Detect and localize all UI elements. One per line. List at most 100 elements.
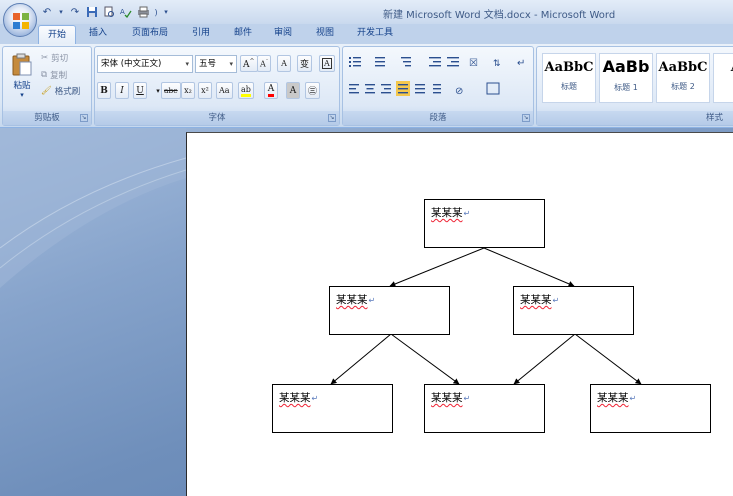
node-left-text: 某某某 — [336, 294, 368, 306]
diagram-node-left-left[interactable]: 某某某↵ — [272, 384, 393, 433]
customize-qat-icon[interactable]: ▾ — [162, 5, 170, 19]
paste-label: 粘贴 — [13, 81, 31, 91]
font-name-dropdown-icon[interactable]: ▾ — [185, 56, 189, 72]
clipboard-group: 粘贴 ▾ ✂ 剪切 ⧉ 复制 🖌 格式刷 剪贴板 ↘ — [2, 46, 92, 126]
clear-format-icon: A — [281, 59, 287, 68]
paragraph-mark-icon: ↵ — [552, 296, 560, 305]
clipboard-group-label: 剪贴板 — [3, 111, 91, 125]
qat-paren-icon: ) — [154, 7, 158, 17]
format-painter-label: 格式刷 — [54, 87, 81, 97]
underline-icon: U — [136, 85, 144, 96]
tab-developer[interactable]: 开发工具 — [351, 24, 399, 44]
style-title[interactable]: AaBbC 标题 — [542, 53, 596, 103]
office-logo-icon — [13, 13, 29, 29]
font-size-dropdown-icon[interactable]: ▾ — [229, 56, 233, 72]
copy-button[interactable]: ⧉ 复制 — [41, 68, 67, 82]
style-heading1-name: 标题 1 — [614, 83, 638, 92]
svg-text:↵: ↵ — [517, 58, 525, 69]
grow-font-button[interactable]: A^ — [240, 55, 258, 72]
ribbon: 粘贴 ▾ ✂ 剪切 ⧉ 复制 🖌 格式刷 剪贴板 ↘ 宋体 (中文正文) ▾ 五… — [0, 44, 733, 128]
paste-button[interactable]: 粘贴 ▾ — [9, 53, 35, 109]
undo-icon[interactable]: ↶ — [40, 5, 54, 19]
style-heading2[interactable]: AaBbC 标题 2 — [656, 53, 710, 103]
style-title-sample: AaBbC — [544, 60, 594, 75]
format-painter-icon: 🖌 — [41, 86, 52, 96]
strikethrough-button[interactable]: abe — [161, 82, 181, 99]
tab-home[interactable]: 开始 — [38, 25, 76, 45]
italic-button[interactable]: I — [115, 82, 129, 99]
clear-format-button[interactable]: A — [277, 55, 291, 72]
font-launcher-icon[interactable]: ↘ — [328, 114, 336, 122]
diagram-node-left-right[interactable]: 某某某↵ — [424, 384, 545, 433]
window-title: 新建 Microsoft Word 文档.docx - Microsoft Wo… — [383, 10, 616, 21]
node-rr-text: 某某某 — [597, 392, 629, 404]
svg-text:⊘: ⊘ — [455, 86, 463, 97]
svg-text:⇅: ⇅ — [493, 59, 501, 69]
styles-group: AaBbC 标题 AaBb 标题 1 AaBbC 标题 2 Aa 副 样式 — [536, 46, 733, 126]
phonetic-guide-icon: 变 — [300, 60, 310, 70]
diagram-node-right[interactable]: 某某某↵ — [513, 286, 634, 335]
paragraph-mark-icon: ↵ — [463, 209, 471, 218]
paste-dropdown-icon[interactable]: ▾ — [9, 91, 35, 99]
subscript-button[interactable]: x₂ — [181, 82, 195, 99]
tab-review[interactable]: 审阅 — [268, 24, 298, 44]
tab-insert[interactable]: 插入 — [84, 24, 112, 44]
change-case-button[interactable]: Aa — [216, 82, 233, 99]
style-subtitle[interactable]: Aa 副 — [713, 53, 733, 103]
subscript-icon: x₂ — [184, 86, 192, 95]
format-painter-button[interactable]: 🖌 格式刷 — [41, 84, 80, 98]
workspace-swoosh-decoration — [0, 128, 186, 288]
enclose-char-button[interactable]: ㊂ — [305, 82, 321, 99]
underline-button[interactable]: U — [133, 82, 147, 99]
font-size-combo[interactable]: 五号 ▾ — [195, 55, 237, 73]
save-icon[interactable] — [85, 5, 99, 19]
style-subtitle-name: 副 — [714, 81, 733, 92]
strikethrough-icon: abe — [164, 86, 178, 95]
highlight-icon: ab — [241, 85, 251, 97]
diagram-node-root[interactable]: 某某某↵ — [424, 199, 545, 248]
tab-page-layout[interactable]: 页面布局 — [124, 24, 176, 44]
char-shading-button[interactable]: A — [286, 82, 300, 99]
char-border-button[interactable]: A — [319, 55, 335, 72]
superscript-button[interactable]: x² — [198, 82, 212, 99]
document-page[interactable] — [186, 132, 733, 496]
font-size-value: 五号 — [199, 59, 217, 69]
office-button[interactable] — [3, 3, 37, 37]
phonetic-guide-button[interactable]: 变 — [297, 55, 313, 72]
bold-button[interactable]: B — [97, 82, 111, 99]
styles-group-label: 样式 — [537, 111, 733, 125]
print-preview-icon[interactable] — [102, 5, 116, 19]
diagram-node-left[interactable]: 某某某↵ — [329, 286, 450, 335]
style-heading2-sample: AaBbC — [658, 60, 708, 75]
tab-references[interactable]: 引用 — [186, 24, 216, 44]
superscript-icon: x² — [201, 86, 209, 95]
paragraph-buttons-icon[interactable]: ☒ ⇅ ↵ ⊘ — [345, 51, 535, 111]
quick-access-toolbar: ↶ ▾ ↷ A ) ▾ — [40, 4, 170, 20]
paragraph-launcher-icon[interactable]: ↘ — [522, 114, 530, 122]
grow-font-icon: A^ — [243, 57, 255, 70]
tab-view[interactable]: 视图 — [310, 24, 340, 44]
cut-button[interactable]: ✂ 剪切 — [41, 51, 68, 65]
cut-label: 剪切 — [51, 54, 69, 64]
bold-icon: B — [100, 85, 108, 96]
font-name-combo[interactable]: 宋体 (中文正文) ▾ — [97, 55, 193, 73]
style-heading1[interactable]: AaBb 标题 1 — [599, 53, 653, 103]
paragraph-group: ☒ ⇅ ↵ ⊘ 段落 ↘ — [342, 46, 534, 126]
font-color-icon: A — [267, 84, 275, 97]
style-heading2-name: 标题 2 — [671, 82, 695, 91]
highlight-button[interactable]: ab — [238, 82, 254, 99]
style-title-name: 标题 — [561, 82, 577, 91]
copy-label: 复制 — [50, 71, 68, 81]
shrink-font-button[interactable]: Aˇ — [257, 55, 272, 72]
svg-text:☒: ☒ — [469, 58, 478, 69]
font-color-button[interactable]: A — [264, 82, 278, 99]
undo-dropdown-icon[interactable]: ▾ — [57, 5, 65, 19]
diagram-node-right-right[interactable]: 某某某↵ — [590, 384, 711, 433]
spelling-icon[interactable]: A — [119, 5, 133, 19]
quick-print-icon[interactable] — [136, 5, 150, 19]
node-root-text: 某某某 — [431, 207, 463, 219]
tab-mailings[interactable]: 邮件 — [228, 24, 258, 44]
clipboard-launcher-icon[interactable]: ↘ — [80, 114, 88, 122]
node-lr-text: 某某某 — [431, 392, 463, 404]
redo-icon[interactable]: ↷ — [68, 5, 82, 19]
